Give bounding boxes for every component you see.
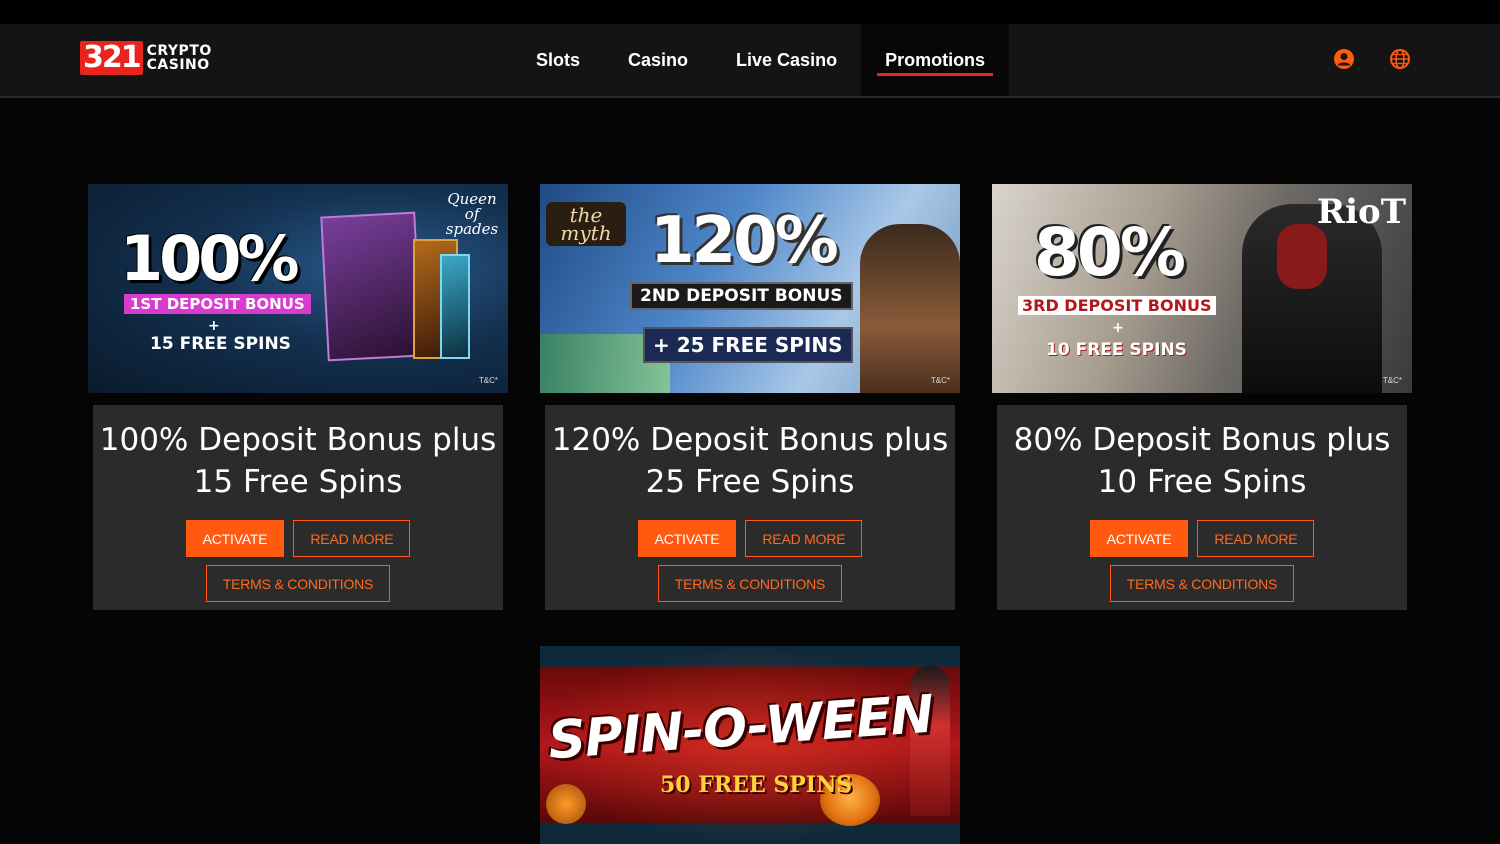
promo-panel-1: 100% Deposit Bonus plus 15 Free Spins AC…: [93, 405, 503, 610]
nav-casino[interactable]: Casino: [604, 24, 712, 96]
banner-tc: T&C*: [930, 376, 950, 385]
promo-title-line-1: 120% Deposit Bonus plus: [551, 422, 949, 458]
banner-spins: 10 FREE SPINS: [1046, 340, 1187, 360]
terms-button[interactable]: TERMS & CONDITIONS: [657, 565, 843, 602]
banner-percent: 100%: [120, 222, 300, 295]
banner-bonus-label: 3RD DEPOSIT BONUS: [1018, 296, 1216, 315]
promo-title: 80% Deposit Bonus plus 10 Free Spins: [997, 419, 1407, 503]
banner-game-logo: the myth: [546, 202, 626, 246]
read-more-button[interactable]: READ MORE: [1197, 520, 1315, 557]
activate-button[interactable]: ACTIVATE: [637, 520, 737, 557]
read-more-button[interactable]: READ MORE: [745, 520, 863, 557]
nav-live-casino[interactable]: Live Casino: [712, 24, 861, 96]
promo-actions: ACTIVATE READ MORE: [93, 520, 503, 557]
promo-actions: ACTIVATE READ MORE: [997, 520, 1407, 557]
banner-plus: +: [1112, 320, 1124, 336]
read-more-button[interactable]: READ MORE: [293, 520, 411, 557]
mask-image: [1277, 224, 1327, 289]
banner-percent: 120%: [650, 204, 839, 278]
main-nav: Slots Casino Live Casino Promotions: [512, 24, 1010, 96]
promo-title-line-2: 15 Free Spins: [193, 464, 403, 500]
banner-game-logo: Queen of spades: [445, 190, 499, 238]
banner-spins: 15 FREE SPINS: [150, 334, 291, 354]
promo-banner-2[interactable]: 120% 2ND DEPOSIT BONUS + 25 FREE SPINS t…: [540, 184, 960, 393]
banner-percent: 80%: [1034, 214, 1186, 291]
card-image-3: [440, 254, 470, 359]
globe-icon[interactable]: [1389, 48, 1411, 70]
site-logo[interactable]: 321 CRYPTO CASINO: [80, 40, 212, 76]
promo-banner-1[interactable]: 100% 1ST DEPOSIT BONUS + 15 FREE SPINS Q…: [88, 184, 508, 393]
spin-banner-spins: 50 FREE SPINS: [660, 772, 853, 798]
promo-title-line-1: 80% Deposit Bonus plus: [1013, 422, 1391, 458]
banner-plus: +: [208, 318, 220, 334]
promo-actions: ACTIVATE READ MORE: [545, 520, 955, 557]
spin-o-ween-banner[interactable]: SPIN-O-WEEN 50 FREE SPINS: [540, 646, 960, 844]
terms-button[interactable]: TERMS & CONDITIONS: [1109, 565, 1295, 602]
promo-title-line-2: 10 Free Spins: [1097, 464, 1307, 500]
site-header: 321 CRYPTO CASINO Slots Casino Live Casi…: [0, 24, 1500, 98]
user-icon[interactable]: [1333, 48, 1355, 70]
top-strip: [0, 0, 1500, 24]
banner-bonus-label: 1ST DEPOSIT BONUS: [124, 294, 311, 314]
pumpkin-image-2: [546, 784, 586, 824]
terms-button[interactable]: TERMS & CONDITIONS: [205, 565, 391, 602]
promo-title: 120% Deposit Bonus plus 25 Free Spins: [545, 419, 955, 503]
queen-card-image: [320, 211, 423, 362]
nav-slots[interactable]: Slots: [512, 24, 604, 96]
activate-button[interactable]: ACTIVATE: [1089, 520, 1189, 557]
promo-card-3: 80% 3RD DEPOSIT BONUS + 10 FREE SPINS Ri…: [992, 184, 1412, 610]
logo-line-2: CASINO: [146, 57, 210, 73]
banner-bonus-label: 2ND DEPOSIT BONUS: [630, 282, 853, 310]
warrior-image: [860, 224, 960, 393]
banner-tc: T&C*: [478, 376, 498, 385]
promo-title: 100% Deposit Bonus plus 15 Free Spins: [93, 419, 503, 503]
promo-banner-3[interactable]: 80% 3RD DEPOSIT BONUS + 10 FREE SPINS Ri…: [992, 184, 1412, 393]
promo-panel-2: 120% Deposit Bonus plus 25 Free Spins AC…: [545, 405, 955, 610]
promo-title-line-1: 100% Deposit Bonus plus: [99, 422, 497, 458]
promo-panel-3: 80% Deposit Bonus plus 10 Free Spins ACT…: [997, 405, 1407, 610]
logo-wordmark: CRYPTO CASINO: [147, 44, 212, 72]
banner-spins: + 25 FREE SPINS: [643, 327, 853, 363]
banner-game-logo: RioT: [1316, 192, 1406, 232]
promo-card-2: 120% 2ND DEPOSIT BONUS + 25 FREE SPINS t…: [540, 184, 960, 610]
activate-button[interactable]: ACTIVATE: [185, 520, 285, 557]
promo-title-line-2: 25 Free Spins: [645, 464, 855, 500]
banner-tc: T&C*: [1382, 376, 1402, 385]
logo-number: 321: [80, 41, 143, 75]
nav-promotions[interactable]: Promotions: [861, 24, 1010, 96]
promo-card-1: 100% 1ST DEPOSIT BONUS + 15 FREE SPINS Q…: [88, 184, 508, 610]
